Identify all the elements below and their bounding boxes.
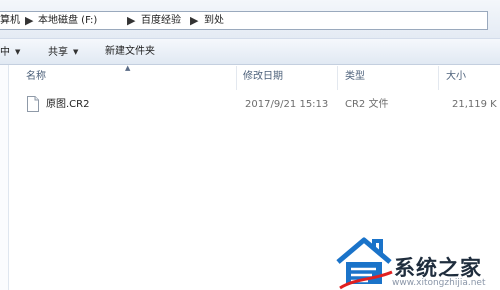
watermark-url: www.xitongzhijia.net	[392, 278, 486, 288]
address-bar: 算机 ▶ 本地磁盘 (F:) ▶ 百度经验 ▶ 到处	[0, 0, 500, 38]
file-row[interactable]: 原图.CR2 2017/9/21 15:13 CR2 文件 21,119 K	[20, 95, 500, 115]
sort-ascending-icon: ▲	[125, 64, 131, 72]
document-icon	[27, 96, 39, 112]
breadcrumb-separator-icon[interactable]: ▶	[127, 13, 135, 29]
breadcrumb-separator-icon[interactable]: ▶	[190, 13, 198, 29]
breadcrumb-computer[interactable]: 算机	[0, 14, 20, 28]
chevron-down-icon: ▼	[15, 48, 21, 56]
column-divider[interactable]	[337, 66, 338, 90]
file-type: CR2 文件	[345, 99, 389, 110]
breadcrumb-current-folder[interactable]: 到处	[204, 14, 224, 28]
organize-label: 中	[0, 47, 10, 58]
house-logo-icon	[336, 237, 393, 290]
organize-button[interactable]: 中 ▼	[0, 45, 20, 60]
new-folder-button[interactable]: 新建文件夹	[105, 45, 155, 59]
column-divider[interactable]	[236, 66, 237, 90]
column-header-type[interactable]: 类型	[345, 70, 365, 84]
share-button[interactable]: 共享 ▼	[48, 45, 78, 60]
file-size: 21,119 K	[452, 99, 497, 110]
navigation-pane[interactable]	[0, 65, 9, 290]
breadcrumb-drive-f[interactable]: 本地磁盘 (F:)	[38, 14, 97, 28]
breadcrumb-separator-icon[interactable]: ▶	[25, 13, 33, 29]
column-header-size[interactable]: 大小	[446, 70, 466, 84]
share-label: 共享	[48, 47, 68, 58]
file-name[interactable]: 原图.CR2	[46, 98, 89, 112]
chevron-down-icon: ▼	[73, 48, 79, 56]
column-header-modified[interactable]: 修改日期	[243, 70, 283, 84]
breadcrumb[interactable]: 算机 ▶ 本地磁盘 (F:) ▶ 百度经验 ▶ 到处	[0, 11, 488, 30]
column-header-name[interactable]: 名称	[26, 70, 46, 84]
command-toolbar: 中 ▼ 共享 ▼ 新建文件夹	[0, 38, 500, 65]
watermark-logo: 系统之家 www.xitongzhijia.net	[332, 232, 500, 290]
file-modified-date: 2017/9/21 15:13	[245, 99, 329, 110]
breadcrumb-baidu-jingyan[interactable]: 百度经验	[141, 14, 181, 28]
column-divider[interactable]	[438, 66, 439, 90]
